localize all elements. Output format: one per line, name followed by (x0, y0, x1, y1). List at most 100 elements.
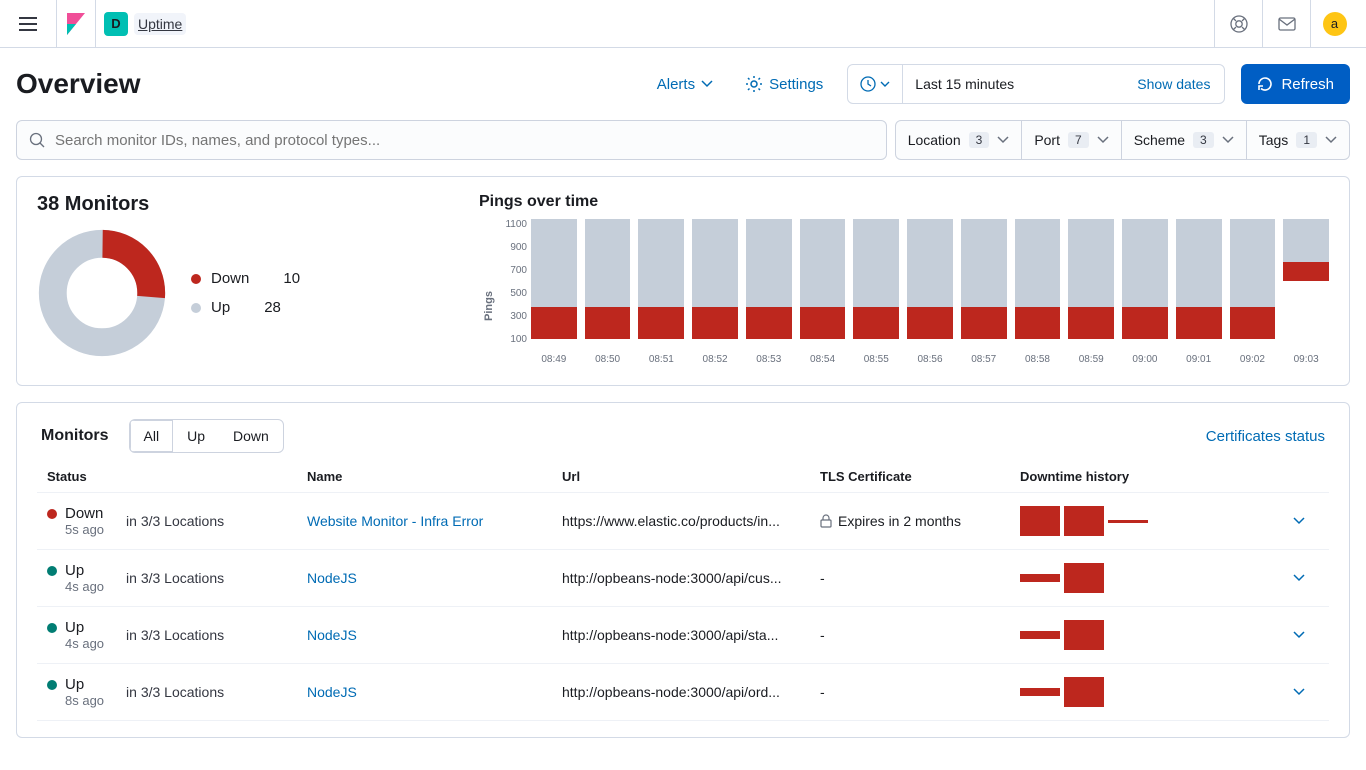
pings-ylabel: Pings (479, 219, 499, 369)
expand-row-button[interactable] (1279, 517, 1319, 525)
status-ago: 4s ago (65, 579, 104, 594)
pings-bars: 08:4908:5008:5108:5208:5308:5408:5508:56… (531, 219, 1329, 369)
facet-label: Scheme (1134, 132, 1185, 148)
tls-cell: - (820, 684, 1020, 700)
facet-port[interactable]: Port 7 (1021, 121, 1120, 159)
avatar: a (1323, 12, 1347, 36)
certificates-status-link[interactable]: Certificates status (1206, 428, 1325, 445)
bar-column: 08:54 (800, 219, 846, 345)
status-locations: in 3/3 Locations (126, 570, 224, 586)
settings-button[interactable]: Settings (737, 75, 831, 93)
filter-bar: Location 3 Port 7 Scheme 3 Tags 1 (16, 120, 1350, 160)
facet-count: 7 (1068, 132, 1089, 148)
tab-down[interactable]: Down (219, 420, 283, 452)
facet-location[interactable]: Location 3 (896, 121, 1022, 159)
kibana-logo[interactable] (56, 0, 96, 48)
col-header-status[interactable]: Status (47, 469, 307, 484)
downtime-history (1020, 677, 1279, 707)
monitors-header: Monitors All Up Down Certificates status (37, 419, 1329, 453)
facet-label: Location (908, 132, 961, 148)
refresh-icon (1257, 76, 1273, 92)
tab-up[interactable]: Up (173, 420, 219, 452)
col-header-history[interactable]: Downtime history (1020, 469, 1279, 484)
header-right: a (1214, 0, 1358, 48)
show-dates-button[interactable]: Show dates (1123, 65, 1224, 103)
bar-column: 08:49 (531, 219, 577, 345)
tab-all[interactable]: All (130, 420, 174, 452)
lifebuoy-icon (1230, 15, 1248, 33)
legend-dot-down (191, 274, 201, 284)
newsfeed-button[interactable] (1262, 0, 1310, 48)
page-header: Overview Alerts Settings Last 15 minutes… (16, 64, 1350, 104)
monitor-count-title: 38 Monitors (37, 193, 447, 216)
col-header-tls[interactable]: TLS Certificate (820, 469, 1020, 484)
bar-column: 08:59 (1068, 219, 1114, 345)
help-button[interactable] (1214, 0, 1262, 48)
refresh-button[interactable]: Refresh (1241, 64, 1350, 104)
gear-icon (745, 75, 763, 93)
chevron-down-icon (1097, 136, 1109, 144)
facet-label: Tags (1259, 132, 1289, 148)
bar-column: 09:00 (1122, 219, 1168, 345)
table-header: Status Name Url TLS Certificate Downtime… (37, 461, 1329, 493)
facet-tags[interactable]: Tags 1 (1246, 121, 1349, 159)
search-box[interactable] (16, 120, 887, 160)
alerts-label: Alerts (657, 76, 695, 93)
downtime-history (1020, 506, 1279, 536)
search-icon (29, 132, 45, 148)
mail-icon (1278, 17, 1296, 31)
legend-label: Down (211, 270, 249, 287)
settings-label: Settings (769, 76, 823, 93)
monitor-url: https://www.elastic.co/products/in... (562, 513, 820, 529)
bar-column: 08:56 (907, 219, 953, 345)
status-dot (47, 623, 57, 633)
time-picker: Last 15 minutes Show dates (847, 64, 1225, 104)
bar-column: 08:57 (961, 219, 1007, 345)
app-badge[interactable]: D (104, 12, 128, 36)
facet-scheme[interactable]: Scheme 3 (1121, 121, 1246, 159)
monitor-url: http://opbeans-node:3000/api/cus... (562, 570, 820, 586)
quick-select-button[interactable] (848, 65, 903, 103)
monitor-name-link[interactable]: Website Monitor - Infra Error (307, 513, 562, 529)
breadcrumb[interactable]: Uptime (134, 13, 186, 35)
expand-row-button[interactable] (1279, 688, 1319, 696)
chevron-down-icon (1293, 688, 1305, 696)
status-ago: 4s ago (65, 636, 104, 651)
filter-facets: Location 3 Port 7 Scheme 3 Tags 1 (895, 120, 1350, 160)
pings-chart: Pings 1100900700500300100 08:4908:5008:5… (479, 219, 1329, 369)
tls-cell: - (820, 570, 1020, 586)
status-text: Up (65, 619, 84, 636)
expand-row-button[interactable] (1279, 574, 1319, 582)
status-donut-chart (37, 228, 167, 358)
search-input[interactable] (55, 132, 874, 149)
bar-column: 08:55 (853, 219, 899, 345)
status-locations: in 3/3 Locations (126, 513, 224, 529)
status-ago: 5s ago (65, 522, 104, 537)
snapshot-panel: 38 Monitors Down 10 U (16, 176, 1350, 386)
time-range-display[interactable]: Last 15 minutes (903, 65, 1123, 103)
pings-yaxis: 1100900700500300100 (499, 219, 531, 369)
status-dot (47, 509, 57, 519)
col-header-url[interactable]: Url (562, 469, 820, 484)
user-menu-button[interactable]: a (1310, 0, 1358, 48)
expand-row-button[interactable] (1279, 631, 1319, 639)
chevron-down-icon (1325, 136, 1337, 144)
bar-column: 08:50 (585, 219, 631, 345)
col-header-name[interactable]: Name (307, 469, 562, 484)
facet-count: 3 (969, 132, 990, 148)
status-filter-tabs: All Up Down (129, 419, 284, 453)
monitor-name-link[interactable]: NodeJS (307, 570, 562, 586)
bar-column: 09:03 (1283, 219, 1329, 345)
hamburger-icon (19, 17, 37, 31)
monitor-name-link[interactable]: NodeJS (307, 627, 562, 643)
clock-icon (860, 76, 876, 92)
nav-toggle-button[interactable] (8, 4, 48, 44)
bar-column: 09:01 (1176, 219, 1222, 345)
downtime-history (1020, 620, 1279, 650)
bar-column: 08:53 (746, 219, 792, 345)
alerts-button[interactable]: Alerts (649, 76, 721, 93)
pings-chart-section: Pings over time Pings 110090070050030010… (479, 193, 1329, 369)
monitor-url: http://opbeans-node:3000/api/sta... (562, 627, 820, 643)
monitor-name-link[interactable]: NodeJS (307, 684, 562, 700)
monitors-title: Monitors (41, 427, 109, 445)
